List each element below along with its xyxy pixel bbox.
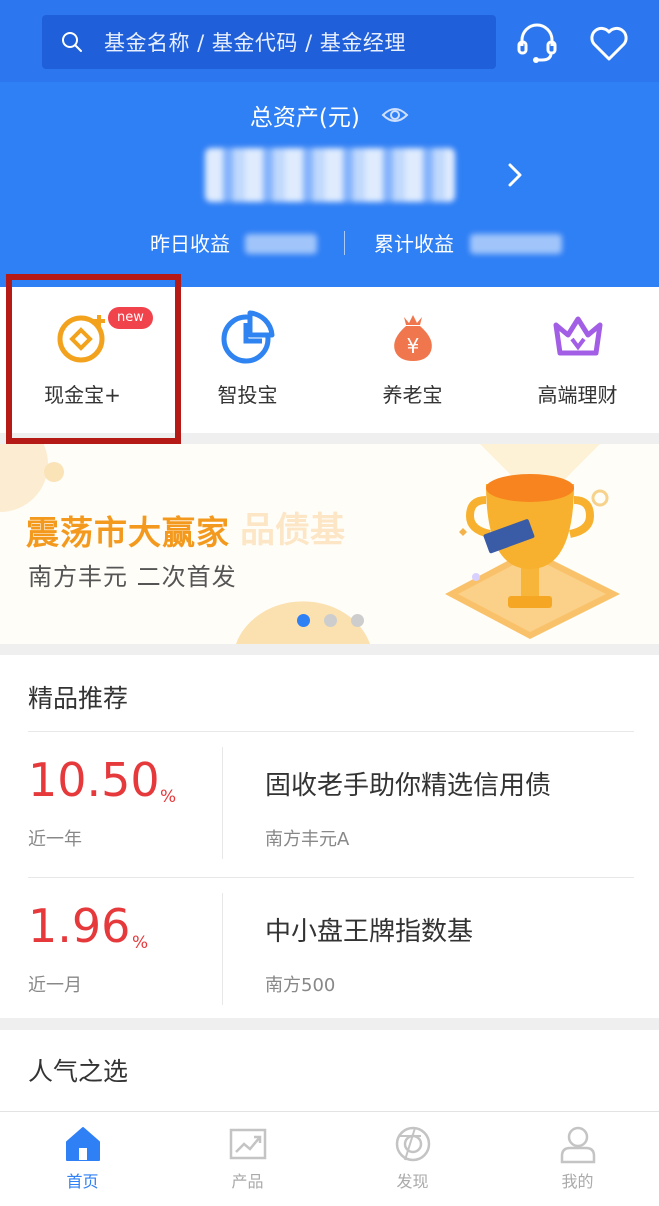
promo-banner[interactable]: 品债基 震荡市大赢家 南方丰元 二次首发 — [0, 444, 659, 644]
fund-name: 南方丰元A — [265, 829, 350, 850]
return-period: 近一月 — [28, 975, 82, 996]
tile-label: 智投宝 — [217, 383, 278, 407]
section-title: 精品推荐 — [28, 684, 129, 713]
search-icon — [62, 32, 82, 52]
favorite-heart-icon[interactable] — [586, 20, 632, 66]
fund-name: 南方500 — [265, 975, 336, 996]
yesterday-income-label: 昨日收益 — [150, 232, 230, 256]
fund-slogan: 中小盘王牌指数基 — [265, 917, 474, 947]
tab-label: 产品 — [231, 1172, 264, 1191]
money-bag-icon: ¥ — [393, 315, 432, 361]
banner-subtitle: 南方丰元 二次首发 — [28, 563, 237, 591]
banner-pagination — [297, 614, 364, 627]
svg-text:¥: ¥ — [406, 334, 419, 358]
user-icon — [560, 1126, 595, 1164]
divider — [222, 747, 223, 859]
tab-discover[interactable]: 发现 — [330, 1112, 495, 1206]
total-assets-value-blurred — [205, 148, 455, 202]
tile-label: 养老宝 — [382, 383, 443, 407]
tile-label: 高端理财 — [537, 383, 618, 407]
tab-mine[interactable]: 我的 — [495, 1112, 659, 1206]
divider — [344, 231, 345, 255]
divider — [222, 893, 223, 1005]
tile-high-end-wealth[interactable]: 高端理财 — [495, 287, 659, 433]
compass-icon — [395, 1126, 430, 1162]
fund-item[interactable]: 1.96 % 近一月 中小盘王牌指数基 南方500 — [0, 879, 659, 1024]
search-placeholder: 基金名称 / 基金代码 / 基金经理 — [104, 31, 406, 55]
top-bar: 基金名称 / 基金代码 / 基金经理 — [0, 0, 659, 82]
highlight-box — [6, 274, 181, 444]
bottom-tab-bar: 首页 产品 发现 我的 — [0, 1111, 659, 1206]
recommend-section: 精品推荐 10.50 % 近一年 固收老手助你精选信用债 南方丰元A 1.96 … — [0, 655, 659, 1018]
tab-label: 发现 — [396, 1172, 429, 1191]
pagination-dot[interactable] — [297, 614, 310, 627]
yesterday-income-value-blurred — [245, 234, 317, 254]
section-title: 人气之选 — [28, 1057, 129, 1086]
popular-section: 人气之选 — [0, 1030, 659, 1120]
fund-slogan: 固收老手助你精选信用债 — [265, 771, 552, 801]
return-rate: 10.50 — [28, 753, 160, 807]
tab-label: 我的 — [561, 1172, 594, 1191]
percent-unit: % — [160, 787, 177, 807]
tab-home[interactable]: 首页 — [0, 1112, 165, 1206]
tab-products[interactable]: 产品 — [165, 1112, 330, 1206]
cumulative-income-label: 累计收益 — [374, 232, 454, 256]
divider — [28, 731, 634, 732]
crown-icon — [553, 316, 602, 356]
search-input[interactable]: 基金名称 / 基金代码 / 基金经理 — [42, 15, 496, 69]
trend-chart-icon — [229, 1128, 266, 1160]
banner-title: 震荡市大赢家 — [26, 513, 230, 552]
divider — [28, 877, 634, 878]
fund-item[interactable]: 10.50 % 近一年 固收老手助你精选信用债 南方丰元A — [0, 733, 659, 878]
eye-icon[interactable] — [381, 105, 409, 125]
banner-ghost-text: 品债基 — [240, 511, 346, 551]
tile-pension[interactable]: ¥ 养老宝 — [330, 287, 495, 433]
total-assets-label: 总资产(元) — [0, 98, 659, 132]
pie-chart-icon — [221, 310, 274, 364]
return-period: 近一年 — [28, 829, 82, 850]
tile-smart-invest[interactable]: 智投宝 — [165, 287, 330, 433]
return-rate: 1.96 — [28, 899, 131, 953]
cumulative-income-value-blurred — [470, 234, 562, 254]
home-icon — [65, 1127, 100, 1161]
income-row: 昨日收益 累计收益 — [0, 228, 659, 258]
assets-header: 基金名称 / 基金代码 / 基金经理 总资产(元) 昨日收益 累计收益 — [0, 0, 659, 287]
tab-label: 首页 — [66, 1172, 99, 1191]
pagination-dot[interactable] — [324, 614, 337, 627]
percent-unit: % — [132, 933, 149, 953]
pagination-dot[interactable] — [351, 614, 364, 627]
chevron-right-icon[interactable] — [502, 160, 528, 190]
customer-service-icon[interactable] — [514, 20, 560, 66]
